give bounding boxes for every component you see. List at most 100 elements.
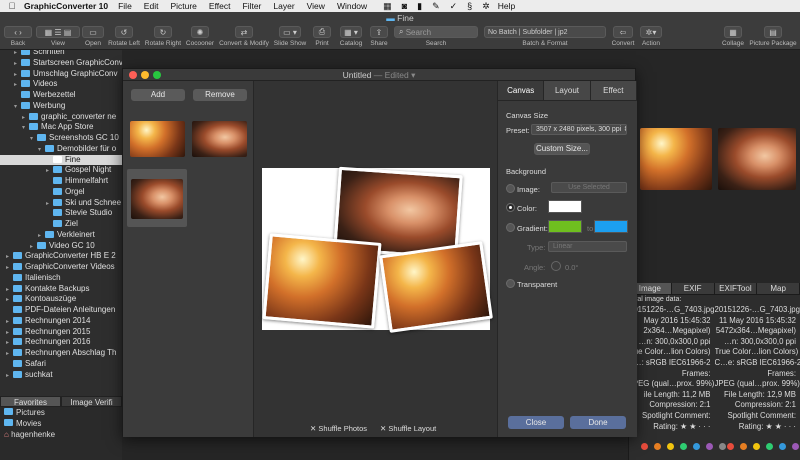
gradient-end-color-well[interactable] xyxy=(594,220,628,233)
folder-tree-item[interactable]: Ziel xyxy=(0,219,122,230)
menu-window[interactable]: Window xyxy=(337,1,367,11)
gear-icon[interactable]: ✲ xyxy=(482,1,490,12)
tab-exif[interactable]: EXIF xyxy=(671,283,715,294)
tab-canvas[interactable]: Canvas xyxy=(498,81,545,100)
folder-tree-item[interactable]: ▸ GraphicConverter Videos xyxy=(0,262,122,273)
app-menu[interactable]: GraphicConverter 10 xyxy=(24,1,108,11)
folder-tree-item[interactable]: ▸ Verkleinert xyxy=(0,230,122,241)
menu-help[interactable]: Help xyxy=(498,1,515,11)
color-label-dot[interactable] xyxy=(641,443,648,450)
folder-tree-item[interactable]: ▸ Schriften xyxy=(0,50,122,58)
collage-photo-thumbnail[interactable] xyxy=(130,121,185,157)
thumbnail-photo[interactable] xyxy=(718,128,796,190)
image-radio[interactable] xyxy=(506,184,515,193)
camera-icon[interactable]: ◙ xyxy=(402,1,407,12)
menu-edit[interactable]: Edit xyxy=(144,1,159,11)
rotate-left-button[interactable]: ↺ Rotate Left xyxy=(106,26,142,47)
color-label-dot[interactable] xyxy=(654,443,661,450)
folder-tree-item[interactable]: PDF-Dateien Anleitungen xyxy=(0,305,122,316)
grid-icon[interactable]: ▦ xyxy=(383,1,392,12)
tab-favorites[interactable]: Favorites xyxy=(0,396,61,407)
collage-photo[interactable] xyxy=(379,241,493,333)
favorite-home[interactable]: ⌂ hagenhenke xyxy=(0,429,122,440)
tab-effect[interactable]: Effect xyxy=(590,81,637,100)
minimize-window-icon[interactable] xyxy=(141,71,149,79)
catalog-button[interactable]: ▦ ▾ Catalog xyxy=(336,26,366,47)
shuffle-layout-button[interactable]: ✕ Shuffle Layout xyxy=(380,424,436,433)
selected-photo-cell[interactable] xyxy=(127,169,187,227)
menu-effect[interactable]: Effect xyxy=(209,1,231,11)
folder-tree-item[interactable]: ▸ Rechnungen 2014 xyxy=(0,316,122,327)
menu-filter[interactable]: Filter xyxy=(243,1,262,11)
color-label-dot[interactable] xyxy=(766,443,773,450)
folder-tree-item[interactable]: Orgel xyxy=(0,187,122,198)
done-button[interactable]: Done xyxy=(570,416,626,429)
custom-size-button[interactable]: Custom Size... xyxy=(534,143,590,155)
color-label-dot[interactable] xyxy=(706,443,713,450)
add-button[interactable]: Add xyxy=(131,89,185,101)
folder-tree-item[interactable]: ▸ Ski und Schnee xyxy=(0,198,122,209)
check-icon[interactable]: ✓ xyxy=(450,1,458,12)
folder-tree-item[interactable]: ▸ Kontakte Backups xyxy=(0,284,122,295)
search-input[interactable]: ⌕ Search xyxy=(394,26,478,38)
folder-tree-item[interactable]: ▸ Gospel Night xyxy=(0,165,122,176)
preset-select[interactable]: 3507 x 2480 pixels, 300 ppi ⇕ xyxy=(531,124,627,135)
favorite-pictures[interactable]: Pictures xyxy=(0,407,122,418)
print-button[interactable]: ⎙ Print xyxy=(310,26,334,47)
slide-show-button[interactable]: ▭ ▾ Slide Show xyxy=(272,26,308,47)
folder-tree-item[interactable]: ▸ graphic_converter ne xyxy=(0,112,122,123)
cocooner-button[interactable]: ✺ Cocooner xyxy=(184,26,216,47)
rotate-right-button[interactable]: ↻ Rotate Right xyxy=(143,26,183,47)
color-label-dot[interactable] xyxy=(740,443,747,450)
share-button[interactable]: ⇪ Share xyxy=(368,26,390,47)
menu-view[interactable]: View xyxy=(307,1,325,11)
color-label-dot[interactable] xyxy=(667,443,674,450)
tab-map[interactable]: Map xyxy=(757,283,800,294)
picture-package-button[interactable]: ▤ Picture Package xyxy=(748,26,798,47)
close-window-icon[interactable] xyxy=(129,71,137,79)
collage-canvas[interactable] xyxy=(262,166,493,333)
convert-modify-button[interactable]: ⇄ Convert & Modify xyxy=(217,26,271,47)
open-button[interactable]: ▭ Open xyxy=(82,26,104,47)
folder-tree-item[interactable]: ▸ Rechnungen Abschlag Th xyxy=(0,348,122,359)
menu-layer[interactable]: Layer xyxy=(273,1,294,11)
menu-file[interactable]: File xyxy=(118,1,132,11)
apple-menu-icon[interactable]:  xyxy=(0,1,24,11)
collage-photo[interactable] xyxy=(262,233,382,329)
transparent-radio[interactable] xyxy=(506,279,515,288)
menu-picture[interactable]: Picture xyxy=(170,1,196,11)
color-label-dot[interactable] xyxy=(779,443,786,450)
color-radio[interactable] xyxy=(506,203,515,212)
folder-tree-item[interactable]: Stevie Studio xyxy=(0,208,122,219)
collage-photo-thumbnail[interactable] xyxy=(131,179,183,219)
background-color-well[interactable] xyxy=(548,200,582,213)
folder-tree-item[interactable]: ▸ Video GC 10 xyxy=(0,241,122,252)
folder-tree-item[interactable]: Himmelfahrt xyxy=(0,176,122,187)
gradient-type-select[interactable]: Linear xyxy=(548,241,627,252)
folder-tree-item[interactable]: ▸ Rechnungen 2016 xyxy=(0,337,122,348)
folder-tree-item[interactable]: ▾ Werbung xyxy=(0,101,122,112)
folder-tree-item[interactable]: ▾ Mac App Store xyxy=(0,122,122,133)
shuffle-photos-button[interactable]: ✕ Shuffle Photos xyxy=(310,424,367,433)
batch-select[interactable]: No Batch | Subfolder | jp2 xyxy=(484,26,606,38)
folder-tree-item[interactable]: ▸ Videos xyxy=(0,79,122,90)
brush-icon[interactable]: ✎ xyxy=(432,1,440,12)
script-icon[interactable]: § xyxy=(467,1,472,12)
folder-tree-item[interactable]: ▸ Rechnungen 2015 xyxy=(0,327,122,338)
folder-tree-item[interactable]: ▾ Demobilder für o xyxy=(0,144,122,155)
gradient-start-color-well[interactable] xyxy=(548,220,582,233)
folder-tree-item[interactable]: ▸Startscreen GraphicConverter xyxy=(0,58,122,69)
chevron-down-icon[interactable]: ▾ xyxy=(409,70,415,80)
disclosure-triangle-icon[interactable]: ▸ xyxy=(6,371,13,382)
view-button[interactable]: ▦ ☰ ▤ View xyxy=(36,26,80,47)
folder-tree-item[interactable]: Werbezettel xyxy=(0,90,122,101)
folder-tree-item[interactable]: ▸ GraphicConverter HB E 2 xyxy=(0,251,122,262)
back-button[interactable]: ‹ › Back xyxy=(4,26,32,47)
folder-tree-item[interactable]: Fine xyxy=(0,154,122,166)
folder-tree-item[interactable]: ▸ suchkat xyxy=(0,370,122,381)
tab-image-verifier[interactable]: Image Verifi xyxy=(61,396,122,407)
zoom-window-icon[interactable] xyxy=(153,71,161,79)
color-label-dot[interactable] xyxy=(792,443,799,450)
close-button[interactable]: Close xyxy=(508,416,564,429)
color-label-dot[interactable] xyxy=(727,443,734,450)
